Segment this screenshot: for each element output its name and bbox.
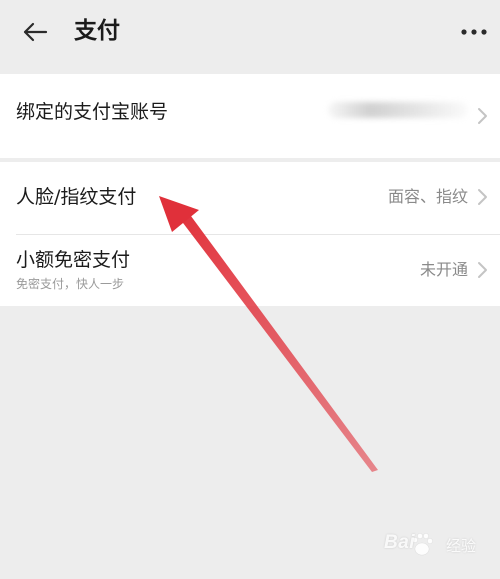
page-title: 支付 (74, 18, 120, 44)
small-amount-pay-value: 未开通 (419, 260, 468, 279)
chevron-right-icon (478, 108, 487, 124)
arrow-left-icon[interactable] (20, 20, 50, 44)
alipay-account-value-blurred (328, 102, 468, 118)
payment-settings-card: 人脸/指纹支付 面容、指纹 小额免密支付 免密支付，快人一步 未开通 (0, 162, 500, 306)
chevron-right-icon (478, 189, 487, 205)
chevron-right-icon (478, 262, 487, 278)
top-bar: 支付 (0, 0, 500, 64)
small-amount-pay-label: 小额免密支付 (16, 249, 131, 271)
watermark-brand: Bai (384, 532, 416, 553)
alipay-account-row[interactable]: 绑定的支付宝账号 (0, 74, 500, 158)
face-fingerprint-pay-row[interactable]: 人脸/指纹支付 面容、指纹 (0, 162, 500, 234)
alipay-card: 绑定的支付宝账号 (0, 74, 500, 158)
more-horizontal-icon[interactable] (458, 20, 490, 44)
watermark-suffix: 经验 (446, 537, 477, 555)
face-fingerprint-pay-label: 人脸/指纹支付 (16, 186, 137, 208)
alipay-account-label: 绑定的支付宝账号 (16, 101, 169, 123)
small-amount-pay-row[interactable]: 小额免密支付 免密支付，快人一步 未开通 (0, 235, 500, 306)
small-amount-pay-subtitle: 免密支付，快人一步 (16, 277, 125, 291)
face-fingerprint-pay-value: 面容、指纹 (387, 187, 468, 206)
